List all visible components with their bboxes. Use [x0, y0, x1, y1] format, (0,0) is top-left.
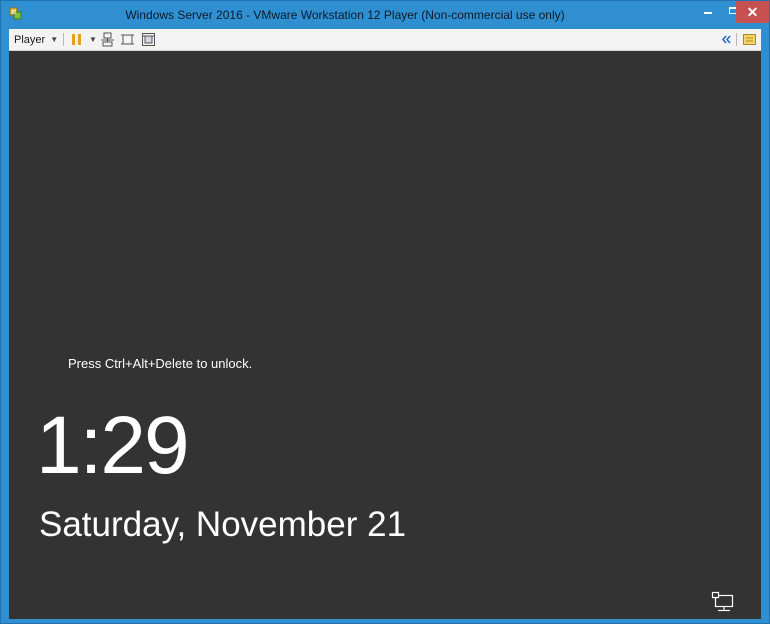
pause-icon[interactable]: [72, 34, 82, 45]
minimize-icon: [704, 12, 712, 14]
player-toolbar: Player ▼ ▼: [9, 29, 761, 51]
close-icon: ✕: [746, 4, 759, 20]
title-bar[interactable]: Windows Server 2016 - VMware Workstation…: [1, 1, 769, 29]
network-icon[interactable]: [711, 591, 735, 613]
unity-icon[interactable]: [141, 32, 156, 47]
toolbar-divider: [63, 33, 64, 46]
lock-screen-date: Saturday, November 21: [39, 505, 407, 544]
unlock-hint-text: Press Ctrl+Alt+Delete to unlock.: [68, 356, 253, 371]
vmware-player-window: Windows Server 2016 - VMware Workstation…: [0, 0, 770, 624]
message-log-icon[interactable]: [742, 32, 757, 47]
send-ctrl-alt-del-icon[interactable]: [100, 32, 115, 47]
collapse-toolbar-icon[interactable]: [719, 32, 734, 47]
window-title: Windows Server 2016 - VMware Workstation…: [125, 8, 565, 22]
close-button[interactable]: ✕: [736, 1, 769, 23]
lock-screen-time: 1:29: [36, 400, 190, 491]
vmware-player-icon[interactable]: [9, 7, 23, 21]
player-menu-button[interactable]: Player ▼: [14, 29, 58, 50]
guest-lock-screen[interactable]: Press Ctrl+Alt+Delete to unlock. 1:29 Sa…: [9, 51, 761, 619]
chevron-down-icon: ▼: [50, 35, 59, 44]
fit-guest-icon[interactable]: [120, 32, 135, 47]
player-menu-label: Player: [14, 34, 46, 46]
minimize-button[interactable]: [695, 1, 721, 23]
toolbar-divider-right: [736, 33, 737, 46]
power-menu-chevron-icon[interactable]: ▼: [89, 29, 97, 50]
